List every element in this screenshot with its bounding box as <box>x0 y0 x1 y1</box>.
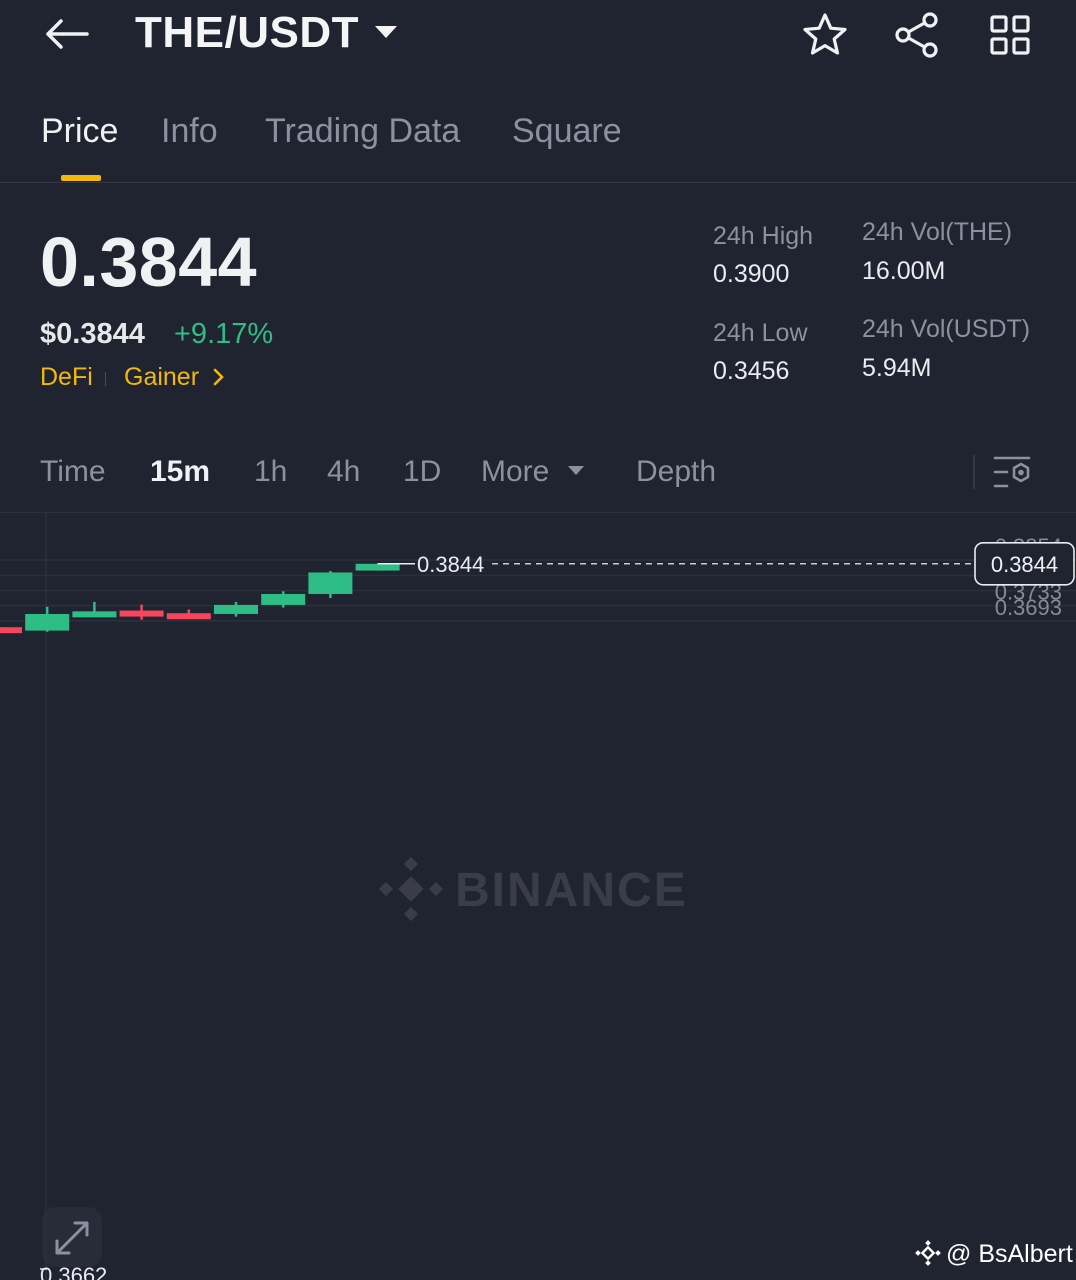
pair-title: THE/USDT <box>135 8 359 57</box>
tab-price[interactable]: Price <box>41 112 118 151</box>
stat-vol-base-label: 24h Vol(THE) <box>862 218 1013 246</box>
candle <box>166 609 211 620</box>
stat-vol-base-value: 16.00M <box>862 257 946 285</box>
chevron-down-icon <box>375 26 397 39</box>
favorite-button[interactable] <box>800 10 850 60</box>
candle <box>72 601 117 618</box>
candle <box>308 570 353 599</box>
interval-15m[interactable]: 15m <box>150 455 210 489</box>
tag-gainer[interactable]: Gainer <box>124 363 226 392</box>
candle-body <box>25 613 70 631</box>
candle-body <box>0 627 22 634</box>
candle-body <box>261 593 306 605</box>
watermark-text: BINANCE <box>455 864 688 917</box>
tab-divider <box>0 182 1076 183</box>
chart-settings-button[interactable] <box>990 450 1036 494</box>
binance-watermark: BINANCE <box>378 856 688 922</box>
candles <box>0 563 400 634</box>
candle-body <box>166 613 211 620</box>
interval-4h[interactable]: 4h <box>327 455 360 489</box>
candle <box>25 606 70 632</box>
candle <box>214 601 258 617</box>
stat-vol-quote-value: 5.94M <box>862 354 932 382</box>
candle-body <box>355 563 400 571</box>
stat-high-value: 0.3900 <box>713 260 790 288</box>
tab-square[interactable]: Square <box>512 112 622 151</box>
candle-body <box>308 572 353 594</box>
credit-text: @ BsAlbert <box>946 1240 1073 1268</box>
candle-body <box>214 604 258 614</box>
credit-logo <box>915 1240 941 1266</box>
chevron-right-icon <box>213 368 224 386</box>
chart-settings-icon <box>993 456 1031 488</box>
interval-depth[interactable]: Depth <box>636 455 716 489</box>
last-price-line-label: 0.3844 <box>417 552 484 577</box>
interval-separator <box>973 455 975 489</box>
interval-more[interactable]: More <box>481 455 584 489</box>
back-arrow-icon <box>46 19 89 49</box>
candle <box>119 604 164 620</box>
stat-low-label: 24h Low <box>713 319 808 347</box>
share-button[interactable] <box>892 10 942 60</box>
tag-defi[interactable]: DeFi <box>40 363 93 392</box>
tab-info[interactable]: Info <box>161 112 218 151</box>
candle <box>0 627 22 634</box>
candle <box>355 563 400 571</box>
candle-body <box>72 611 117 618</box>
interval-1d[interactable]: 1D <box>403 455 441 489</box>
expand-chart-button[interactable] <box>42 1207 102 1267</box>
last-price-badge-label: 0.3844 <box>991 552 1058 577</box>
price-change-percent: +9.17% <box>174 318 274 350</box>
stat-low-value: 0.3456 <box>713 357 790 385</box>
candlestick-chart[interactable]: 0.38540.38130.37730.37330.3693 BINANCE 0… <box>0 513 1076 1280</box>
share-icon <box>895 12 938 58</box>
pair-selector[interactable]: THE/USDT <box>135 8 397 58</box>
interval-1h[interactable]: 1h <box>254 455 287 489</box>
caret-down-icon <box>567 465 584 475</box>
y-axis-tick-label: 0.3693 <box>995 595 1062 620</box>
last-price: 0.3844 <box>40 223 258 301</box>
candle-body <box>119 610 164 617</box>
star-icon <box>803 13 847 55</box>
tab-trading-data[interactable]: Trading Data <box>265 112 460 151</box>
tag-separator <box>105 372 106 386</box>
interval-more-label: More <box>481 455 550 488</box>
grid-icon <box>990 15 1030 55</box>
tag-gainer-label: Gainer <box>124 363 200 391</box>
usd-price: $0.3844 <box>40 318 145 350</box>
grid-menu-button[interactable] <box>985 10 1035 60</box>
stat-high-label: 24h High <box>713 222 814 250</box>
stat-vol-quote-label: 24h Vol(USDT) <box>862 315 1031 343</box>
active-tab-indicator <box>61 175 101 181</box>
back-button[interactable] <box>40 12 92 56</box>
interval-time[interactable]: Time <box>40 455 106 489</box>
